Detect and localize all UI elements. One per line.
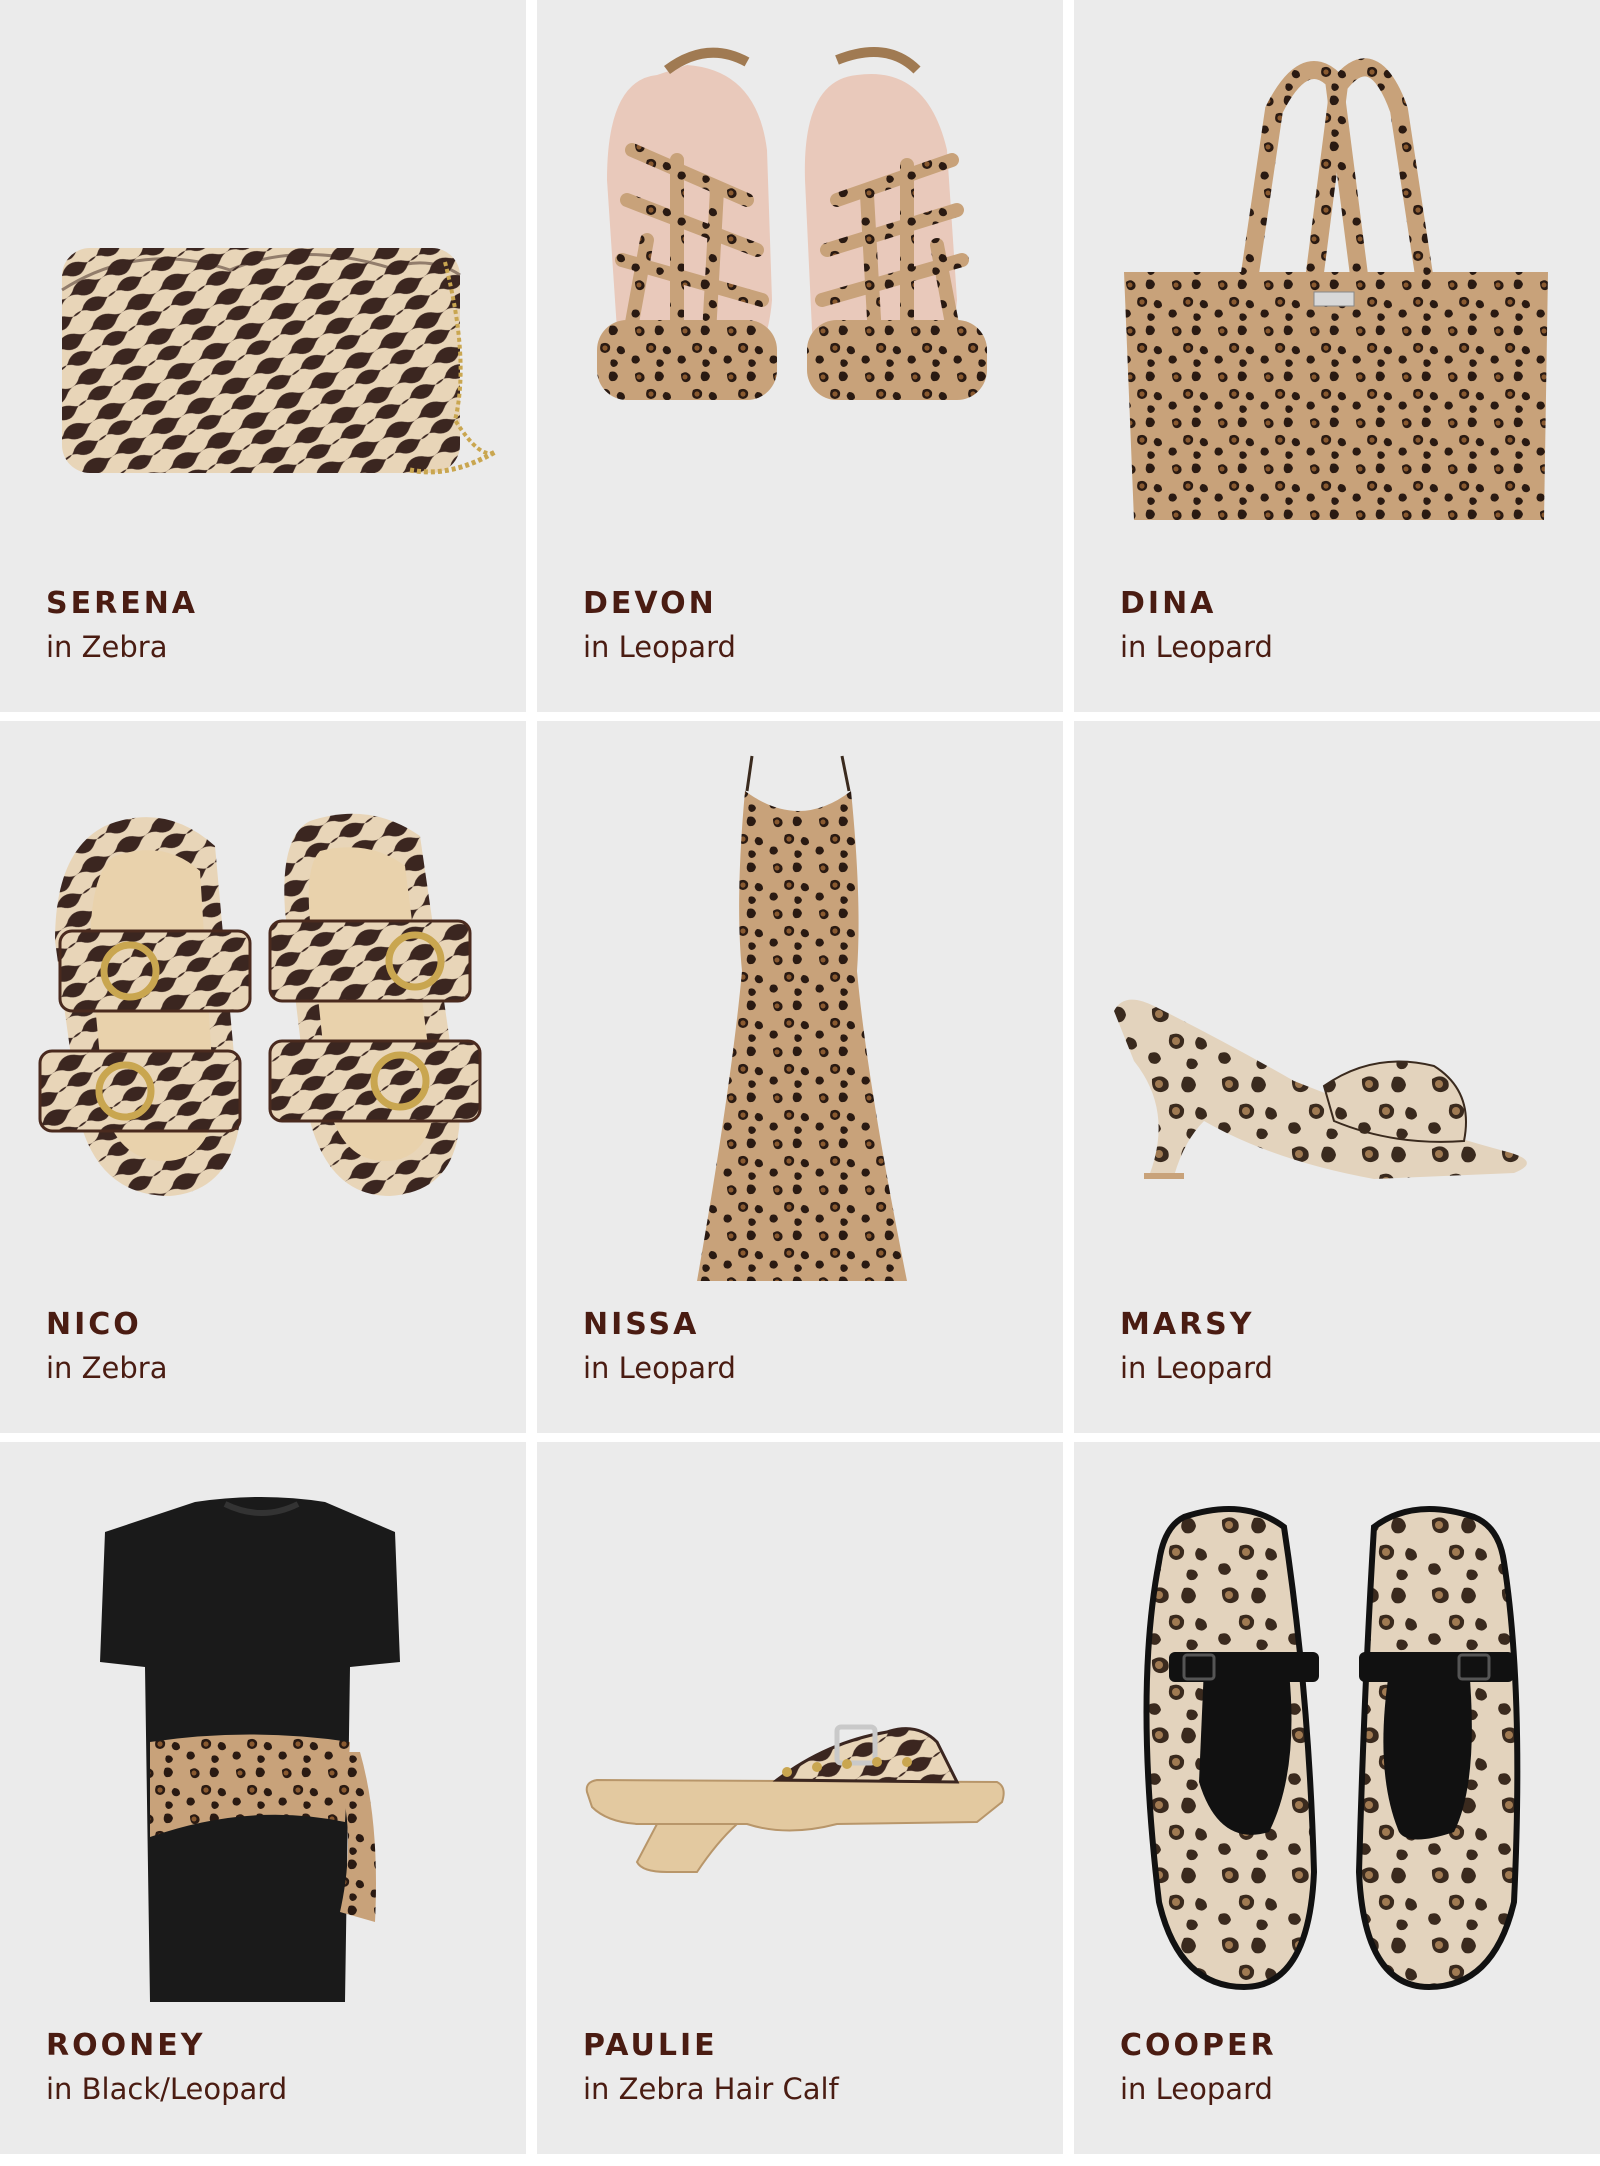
zebra-clutch-bag-icon — [61, 248, 497, 475]
product-name[interactable]: SERENA — [46, 586, 198, 621]
product-name[interactable]: PAULIE — [583, 2028, 718, 2063]
black-tshirt-dress-icon — [100, 1497, 400, 2002]
product-card-cooper[interactable]: COOPER in Leopard — [1074, 1442, 1600, 2154]
product-grid: SERENA in Zebra DEVON in Leopard DINA in… — [0, 0, 1600, 2166]
product-name[interactable]: COOPER — [1120, 2028, 1277, 2063]
product-color: in Zebra — [46, 1351, 168, 1385]
product-color: in Zebra — [46, 630, 168, 664]
zebra-buckle-slide-icon — [38, 813, 482, 1196]
leopard-tote-bag-icon — [1124, 58, 1548, 520]
leopard-slip-dress-icon — [697, 755, 907, 1281]
product-name[interactable]: NISSA — [583, 1307, 699, 1342]
leopard-wedge-mule-icon — [1114, 999, 1527, 1179]
product-color: in Black/Leopard — [46, 2072, 288, 2106]
product-card-dina[interactable]: DINA in Leopard — [1074, 0, 1600, 712]
zebra-clog-sandal-icon — [585, 1724, 1005, 1873]
leopard-mary-jane-icon — [1143, 1506, 1521, 1991]
product-card-serena[interactable]: SERENA in Zebra — [0, 0, 526, 712]
product-name[interactable]: MARSY — [1120, 1307, 1255, 1342]
product-name[interactable]: DEVON — [583, 586, 717, 621]
product-name[interactable]: ROONEY — [46, 2028, 205, 2063]
product-name[interactable]: NICO — [46, 1307, 142, 1342]
product-color: in Leopard — [1120, 630, 1273, 664]
product-card-nissa[interactable]: NISSA in Leopard — [537, 721, 1063, 1433]
product-card-devon[interactable]: DEVON in Leopard — [537, 0, 1063, 712]
product-color: in Leopard — [583, 630, 736, 664]
product-card-paulie[interactable]: PAULIE in Zebra Hair Calf — [537, 1442, 1063, 2154]
product-color: in Leopard — [583, 1351, 736, 1385]
leopard-strappy-sandal-icon — [597, 47, 987, 400]
product-color: in Leopard — [1120, 2072, 1273, 2106]
product-color: in Zebra Hair Calf — [583, 2072, 839, 2106]
product-card-rooney[interactable]: ROONEY in Black/Leopard — [0, 1442, 526, 2154]
product-card-nico[interactable]: NICO in Zebra — [0, 721, 526, 1433]
product-name[interactable]: DINA — [1120, 586, 1216, 621]
product-color: in Leopard — [1120, 1351, 1273, 1385]
product-card-marsy[interactable]: MARSY in Leopard — [1074, 721, 1600, 1433]
